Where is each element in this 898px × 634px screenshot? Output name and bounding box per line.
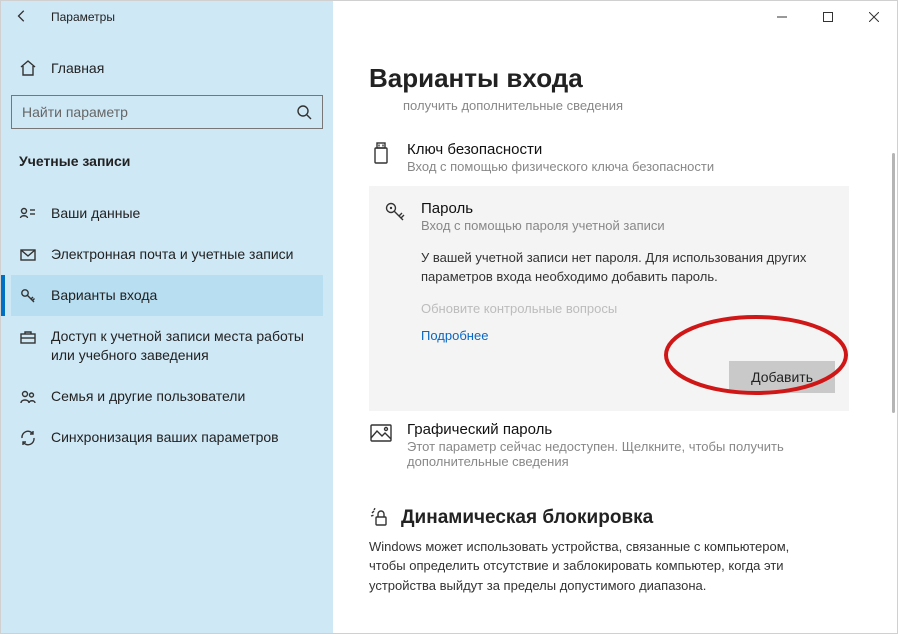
usb-key-icon bbox=[369, 141, 393, 165]
back-button[interactable] bbox=[15, 9, 29, 26]
arrow-left-icon bbox=[15, 9, 29, 23]
add-password-button[interactable]: Добавить bbox=[729, 361, 835, 393]
maximize-button[interactable] bbox=[805, 1, 851, 33]
password-more-link[interactable]: Подробнее bbox=[421, 328, 835, 343]
sidebar-section-title: Учетные записи bbox=[11, 147, 323, 183]
scrollbar[interactable] bbox=[892, 153, 895, 433]
window-title: Параметры bbox=[51, 10, 115, 24]
picture-icon bbox=[369, 421, 393, 445]
search-icon bbox=[296, 104, 312, 120]
person-card-icon bbox=[19, 205, 37, 223]
dynamic-lock-heading: Динамическая блокировка bbox=[369, 507, 849, 529]
password-description: У вашей учетной записи нет пароля. Для и… bbox=[421, 249, 835, 287]
sidebar-item-label: Ваши данные bbox=[51, 204, 315, 223]
option-subtitle: Вход с помощью физического ключа безопас… bbox=[407, 159, 849, 174]
sidebar-item-family[interactable]: Семья и другие пользователи bbox=[11, 376, 323, 417]
window-titlebar: Параметры bbox=[1, 1, 897, 33]
sidebar-item-work-school[interactable]: Доступ к учетной записи места работы или… bbox=[11, 316, 323, 376]
scrollbar-thumb[interactable] bbox=[892, 153, 895, 413]
home-icon bbox=[19, 59, 37, 77]
password-panel: Пароль Вход с помощью пароля учетной зап… bbox=[369, 186, 849, 411]
search-input[interactable] bbox=[22, 104, 296, 120]
page-title: Варианты входа bbox=[369, 63, 849, 94]
key-icon bbox=[383, 200, 407, 224]
dynamic-lock-icon bbox=[369, 507, 391, 529]
sidebar-item-label: Синхронизация ваших параметров bbox=[51, 428, 315, 447]
minimize-button[interactable] bbox=[759, 1, 805, 33]
close-icon bbox=[869, 12, 879, 22]
dynamic-lock-heading-text: Динамическая блокировка bbox=[401, 507, 653, 529]
sidebar-item-label: Электронная почта и учетные записи bbox=[51, 245, 315, 264]
option-security-key[interactable]: Ключ безопасности Вход с помощью физичес… bbox=[369, 131, 849, 184]
sync-icon bbox=[19, 429, 37, 447]
option-title: Графический пароль bbox=[407, 421, 849, 438]
people-icon bbox=[19, 388, 37, 406]
key-icon bbox=[19, 287, 37, 305]
close-button[interactable] bbox=[851, 1, 897, 33]
sidebar: Главная Учетные записи Ваши данные Элект… bbox=[1, 33, 333, 633]
password-questions-link: Обновите контрольные вопросы bbox=[421, 301, 835, 316]
sidebar-item-label: Доступ к учетной записи места работы или… bbox=[51, 327, 315, 365]
option-subtitle: Этот параметр сейчас недоступен. Щелкнит… bbox=[407, 439, 849, 469]
sidebar-item-signin-options[interactable]: Варианты входа bbox=[11, 275, 323, 316]
option-subtitle: Вход с помощью пароля учетной записи bbox=[421, 218, 835, 233]
briefcase-icon bbox=[19, 328, 37, 346]
minimize-icon bbox=[777, 12, 787, 22]
sidebar-item-label: Варианты входа bbox=[51, 286, 315, 305]
option-title: Ключ безопасности bbox=[407, 141, 849, 158]
maximize-icon bbox=[823, 12, 833, 22]
sidebar-search[interactable] bbox=[11, 95, 323, 129]
main-content: Варианты входа получить дополнительные с… bbox=[333, 33, 897, 633]
sidebar-item-email-accounts[interactable]: Электронная почта и учетные записи bbox=[11, 234, 323, 275]
sidebar-item-your-info[interactable]: Ваши данные bbox=[11, 193, 323, 234]
sidebar-home-label: Главная bbox=[51, 60, 104, 76]
option-title: Пароль bbox=[421, 200, 835, 217]
sidebar-item-label: Семья и другие пользователи bbox=[51, 387, 315, 406]
sidebar-item-sync[interactable]: Синхронизация ваших параметров bbox=[11, 417, 323, 458]
dynamic-lock-description: Windows может использовать устройства, с… bbox=[369, 537, 849, 596]
top-info-link: получить дополнительные сведения bbox=[403, 98, 849, 113]
mail-icon bbox=[19, 246, 37, 264]
sidebar-home[interactable]: Главная bbox=[11, 53, 323, 83]
option-password[interactable]: Пароль Вход с помощью пароля учетной зап… bbox=[383, 200, 835, 243]
option-picture-password[interactable]: Графический пароль Этот параметр сейчас … bbox=[369, 411, 849, 479]
